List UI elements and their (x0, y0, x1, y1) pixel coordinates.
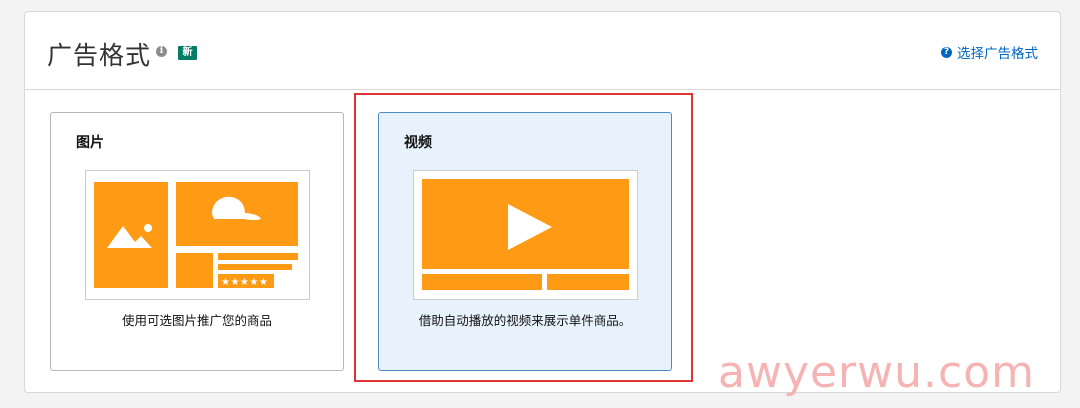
new-badge: 新 (178, 46, 197, 60)
help-link-label: 选择广告格式 (957, 46, 1038, 62)
image-ad-illustration: ★★★★★ (85, 170, 310, 300)
image-card-description: 使用可选图片推广您的商品 (121, 313, 272, 328)
video-card-description: 借助自动播放的视频来展示单件商品。 (418, 313, 632, 328)
title-line (218, 253, 298, 260)
choose-ad-format-help-link[interactable]: ? 选择广告格式 (941, 42, 1038, 62)
watermark: awyerwu.com (718, 347, 1035, 398)
video-title-bar (422, 274, 542, 290)
image-placeholder-tile (94, 182, 168, 288)
image-format-card[interactable]: 图片 ★★★★★ 使用可选图片推广您的商品 (50, 112, 344, 371)
image-card-title: 图片 (76, 135, 104, 151)
star-rating-icons: ★★★★★ (221, 277, 268, 288)
video-format-card[interactable]: 视频 借助自动播放的视频来展示单件商品。 (378, 112, 672, 371)
thumbnail-tile (176, 253, 213, 288)
panel-header: 广告格式 i 新 ? 选择广告格式 (25, 12, 1060, 90)
subtitle-line (218, 264, 292, 270)
ad-format-panel: 广告格式 i 新 ? 选择广告格式 图片 ★★★★★ 使用可选图片推广您的商品 … (24, 11, 1061, 393)
video-cta-bar (547, 274, 629, 290)
video-ad-illustration (413, 170, 638, 300)
video-card-title: 视频 (404, 135, 432, 151)
help-icon: ? (941, 46, 952, 58)
info-icon[interactable]: i (156, 46, 167, 57)
page-title: 广告格式 (47, 41, 152, 70)
